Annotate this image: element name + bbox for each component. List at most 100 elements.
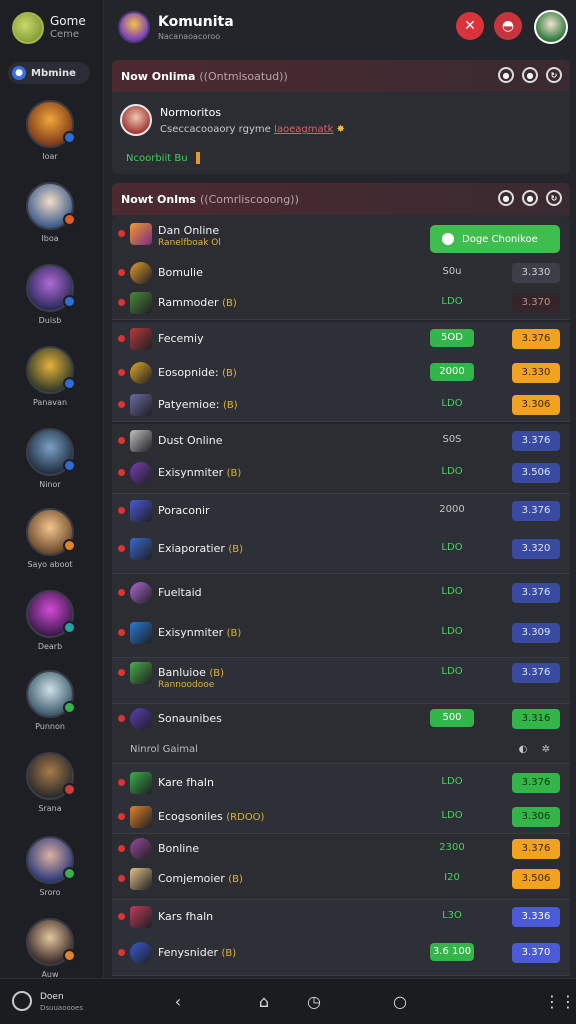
row-label: Exisynmiter (B) — [158, 466, 242, 479]
sidebar-member[interactable]: Ninor — [0, 428, 100, 489]
game-icon — [130, 622, 152, 644]
home-icon[interactable]: ⌂ — [254, 992, 274, 1012]
row-score[interactable]: 3.320 — [512, 539, 560, 559]
member-badge — [63, 783, 76, 796]
members-filter[interactable]: ● Mbmine — [8, 62, 90, 84]
online-row[interactable]: Kare fhaln LDO 3.376 — [112, 770, 570, 796]
channel-subtitle: Nacanaoacoroo — [158, 32, 221, 41]
online-row[interactable]: Ecogsoniles (RDOO) LDO 3.306 — [112, 804, 570, 830]
featured-avatar — [120, 104, 152, 136]
online-row[interactable]: Banluioe (B) Rannoodooe LDO 3.376 — [112, 660, 570, 700]
member-badge — [63, 949, 76, 962]
row-label: Ninrol Gaimal — [130, 744, 198, 755]
sidebar-member[interactable]: Srana — [0, 752, 100, 813]
sidebar-member[interactable]: Ioar — [0, 100, 100, 161]
row-label: Exiaporatier (B) — [158, 542, 244, 555]
eye-icon[interactable]: ● — [498, 67, 514, 83]
row-score[interactable]: 3.306 — [512, 395, 560, 415]
online-row[interactable]: Eosopnide: (B) 2000 3.330 — [112, 360, 570, 386]
sidebar-member[interactable]: Sroro — [0, 836, 100, 897]
row-score[interactable]: 3.376 — [512, 501, 560, 521]
row-score[interactable]: 3.376 — [512, 329, 560, 349]
row-score[interactable]: 3.330 — [512, 363, 560, 383]
member-name: Iboa — [41, 234, 59, 243]
sidebar-member[interactable]: Sayo aboot — [0, 508, 100, 569]
online-row[interactable]: Patyemioe: (B) LDO 3.306 — [112, 392, 570, 418]
row-label: Comjemoier (B) — [158, 872, 243, 885]
first-online-row[interactable]: Dan Online Ranelfboak Ol Doge Chonikoe — [112, 219, 570, 259]
online-row[interactable]: Bomulie S0u 3.330 — [112, 260, 570, 286]
sidebar-member[interactable]: Dearb — [0, 590, 100, 651]
member-badge — [63, 867, 76, 880]
status-dot — [118, 629, 125, 636]
online-row[interactable]: Fenysnider (B) 3.6 100 3.370 — [112, 940, 570, 966]
online-row[interactable]: Exisynmiter (B) LDO 3.506 — [112, 460, 570, 486]
member-name: Panavan — [32, 398, 68, 407]
status-dot — [118, 813, 125, 820]
row-label: Fecemiy — [158, 332, 204, 345]
status-dot — [118, 949, 125, 956]
channel-header: Komunita Nacanaoacoroo ✕ ◓ — [104, 0, 576, 54]
refresh-icon[interactable]: ↻ — [546, 67, 562, 83]
online-row[interactable]: Exiaporatier (B) LDO 3.320 — [112, 536, 570, 562]
online-row[interactable]: Fecemiy 5OD 3.376 — [112, 326, 570, 352]
members-icon: ● — [12, 66, 26, 80]
online-row[interactable]: Dust Online S0S 3.376 — [112, 428, 570, 454]
row-label: Banluioe (B) Rannoodooe — [158, 666, 225, 690]
online-row[interactable]: Exisynmiter (B) LDO 3.309 — [112, 620, 570, 646]
sidebar-member[interactable]: Auw — [0, 918, 100, 979]
online-row[interactable]: Sonaunibes 500 3.316 — [112, 706, 570, 732]
back-icon[interactable]: ‹ — [168, 992, 188, 1012]
row-score[interactable]: 3.330 — [512, 263, 560, 283]
row-value: I20 — [444, 872, 460, 883]
row-label: Kare fhaln — [158, 776, 214, 789]
close-button[interactable]: ✕ — [456, 12, 484, 40]
row-label: Bonline — [158, 842, 200, 855]
row-label: Exisynmiter (B) — [158, 626, 242, 639]
sidebar-member[interactable]: Iboa — [0, 182, 100, 243]
status-dot — [118, 545, 125, 552]
sidebar-member[interactable]: Duisb — [0, 264, 100, 325]
sidebar-member[interactable]: Punnon — [0, 670, 100, 731]
settings-icon[interactable]: ● — [522, 190, 538, 206]
online-row[interactable]: Rammoder (B) LDO 3.370 — [112, 290, 570, 316]
user-avatar[interactable] — [534, 10, 568, 44]
eye-icon[interactable]: ● — [498, 190, 514, 206]
row-score[interactable]: 3.376 — [512, 663, 560, 683]
featured-link[interactable]: Iaoeagmatk — [274, 124, 333, 135]
row-score[interactable]: 3.336 — [512, 907, 560, 927]
row-score[interactable]: 3.309 — [512, 623, 560, 643]
extra-row[interactable]: Ninrol Gaimal ◐ ✲ — [112, 738, 570, 764]
app-header[interactable]: Gome Ceme — [12, 12, 86, 44]
settings-icon[interactable]: ✲ — [538, 744, 554, 755]
join-button[interactable]: Doge Chonikoe — [430, 225, 560, 253]
row-score[interactable]: 3.306 — [512, 807, 560, 827]
refresh-icon[interactable]: ↻ — [546, 190, 562, 206]
chat-bubble-icon[interactable]: ○ — [390, 992, 410, 1012]
toggle-icon[interactable]: ◐ — [516, 744, 530, 755]
game-icon — [130, 538, 152, 560]
status-dot — [118, 269, 125, 276]
row-score[interactable]: 3.376 — [512, 431, 560, 451]
online-row[interactable]: Bonline 2300 3.376 — [112, 836, 570, 862]
online-row[interactable]: Kars fhaln L3O 3.336 — [112, 904, 570, 930]
row-score[interactable]: 3.506 — [512, 463, 560, 483]
settings-icon[interactable]: ● — [522, 67, 538, 83]
row-score[interactable]: 3.376 — [512, 839, 560, 859]
sidebar-member[interactable]: Panavan — [0, 346, 100, 407]
online-row[interactable]: Poraconir 2000 3.376 — [112, 498, 570, 524]
alert-button[interactable]: ◓ — [494, 12, 522, 40]
online-row[interactable]: Comjemoier (B) I20 3.506 — [112, 866, 570, 892]
row-value: 2000 — [430, 363, 474, 381]
row-score[interactable]: 3.376 — [512, 773, 560, 793]
game-icon — [130, 942, 152, 964]
row-score[interactable]: 3.506 — [512, 869, 560, 889]
row-score[interactable]: 3.370 — [512, 943, 560, 963]
row-score[interactable]: 3.376 — [512, 583, 560, 603]
clock-icon[interactable]: ◷ — [304, 992, 324, 1012]
online-row[interactable]: Fueltaid LDO 3.376 — [112, 580, 570, 606]
row-label: Bomulie — [158, 266, 203, 279]
row-score[interactable]: 3.370 — [512, 293, 560, 313]
row-score[interactable]: 3.316 — [512, 709, 560, 729]
grid-menu-icon[interactable]: ⋮⋮ — [544, 992, 576, 1012]
